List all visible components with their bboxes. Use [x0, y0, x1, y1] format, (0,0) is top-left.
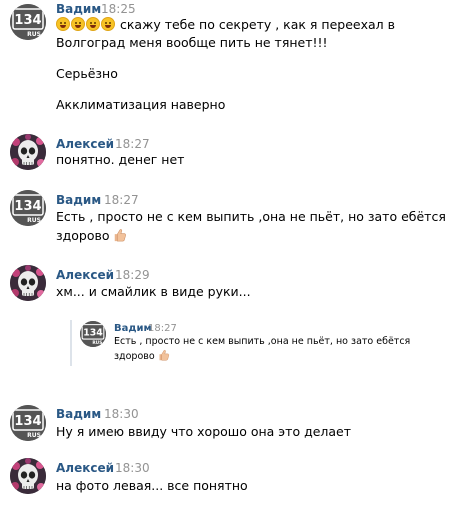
message-text: здорово	[56, 227, 127, 245]
message-line: Волгоград меня вообще пить не тянет!!!	[56, 35, 328, 50]
message-text: скажу тебе по секрету , как я переехал в	[56, 16, 395, 34]
skull-icon	[10, 458, 46, 494]
forwarded-text: Есть , просто не с кем выпить ,она не пь…	[114, 336, 411, 347]
author-name[interactable]: Вадим	[56, 2, 101, 16]
grinning-emoji-icon	[86, 17, 100, 31]
author-name[interactable]: Алексей	[56, 268, 114, 282]
message-text: Ну я имею ввиду что хорошо она это делае…	[56, 424, 352, 439]
message-time[interactable]: 18:30	[104, 407, 139, 421]
avatar[interactable]	[10, 458, 46, 494]
forwarded-line: здорово	[114, 351, 155, 362]
author-name[interactable]: Алексей	[56, 461, 114, 475]
forwarded-time: 18:27	[148, 323, 177, 334]
laughing-crying-emoji-icon	[101, 17, 115, 31]
forwarded-author-name[interactable]: Вадим	[114, 323, 152, 334]
message-text: понятно. денег нет	[56, 152, 185, 167]
message-line: скажу тебе по секрету , как я переехал в	[119, 17, 395, 32]
message-text: хм... и смайлик в виде руки...	[56, 284, 251, 299]
author-name[interactable]: Алексей	[56, 137, 114, 151]
forwarded-divider	[70, 320, 72, 366]
author-name[interactable]: Вадим	[56, 193, 101, 207]
message-vadim-1: Вадим 18:25 скажу тебе по секрету , как …	[0, 0, 476, 120]
laughing-crying-emoji-icon	[56, 17, 70, 31]
message-alexey-3: Алексей 18:30 на фото левая... все понят…	[0, 455, 476, 505]
message-text: Есть , просто не с кем выпить ,она не пь…	[56, 209, 446, 224]
avatar[interactable]	[10, 405, 46, 441]
avatar[interactable]	[10, 4, 46, 40]
skull-icon	[10, 134, 46, 170]
skull-icon	[10, 265, 46, 301]
message-alexey-1: Алексей 18:27 понятно. денег нет	[0, 130, 476, 180]
message-time[interactable]: 18:27	[104, 193, 139, 207]
message-time[interactable]: 18:30	[115, 461, 150, 475]
message-vadim-3: Вадим 18:30 Ну я имею ввиду что хорошо о…	[0, 402, 476, 452]
thumbs-up-icon	[158, 349, 170, 361]
134-rus-logo-icon	[10, 405, 46, 441]
message-time[interactable]: 18:25	[101, 2, 136, 16]
134-rus-logo-icon	[10, 190, 46, 226]
message-text: Серьёзно	[56, 66, 118, 81]
134-rus-logo-icon	[80, 321, 106, 347]
message-vadim-2: Вадим 18:27 Есть , просто не с кем выпит…	[0, 187, 476, 257]
forwarded-text: здорово	[114, 349, 170, 363]
avatar[interactable]	[10, 190, 46, 226]
message-line: здорово	[56, 228, 110, 243]
message-text: Акклиматизация наверно	[56, 97, 226, 112]
message-time[interactable]: 18:27	[115, 137, 150, 151]
134-rus-logo-icon	[10, 4, 46, 40]
message-text: на фото левая... все понятно	[56, 478, 248, 493]
avatar[interactable]	[10, 265, 46, 301]
avatar[interactable]	[80, 321, 106, 347]
avatar[interactable]	[10, 134, 46, 170]
message-alexey-2: Алексей 18:29 хм... и смайлик в виде рук…	[0, 262, 476, 392]
thumbs-up-icon	[113, 228, 127, 242]
laughing-crying-emoji-icon	[71, 17, 85, 31]
message-time[interactable]: 18:29	[115, 268, 150, 282]
author-name[interactable]: Вадим	[56, 407, 101, 421]
